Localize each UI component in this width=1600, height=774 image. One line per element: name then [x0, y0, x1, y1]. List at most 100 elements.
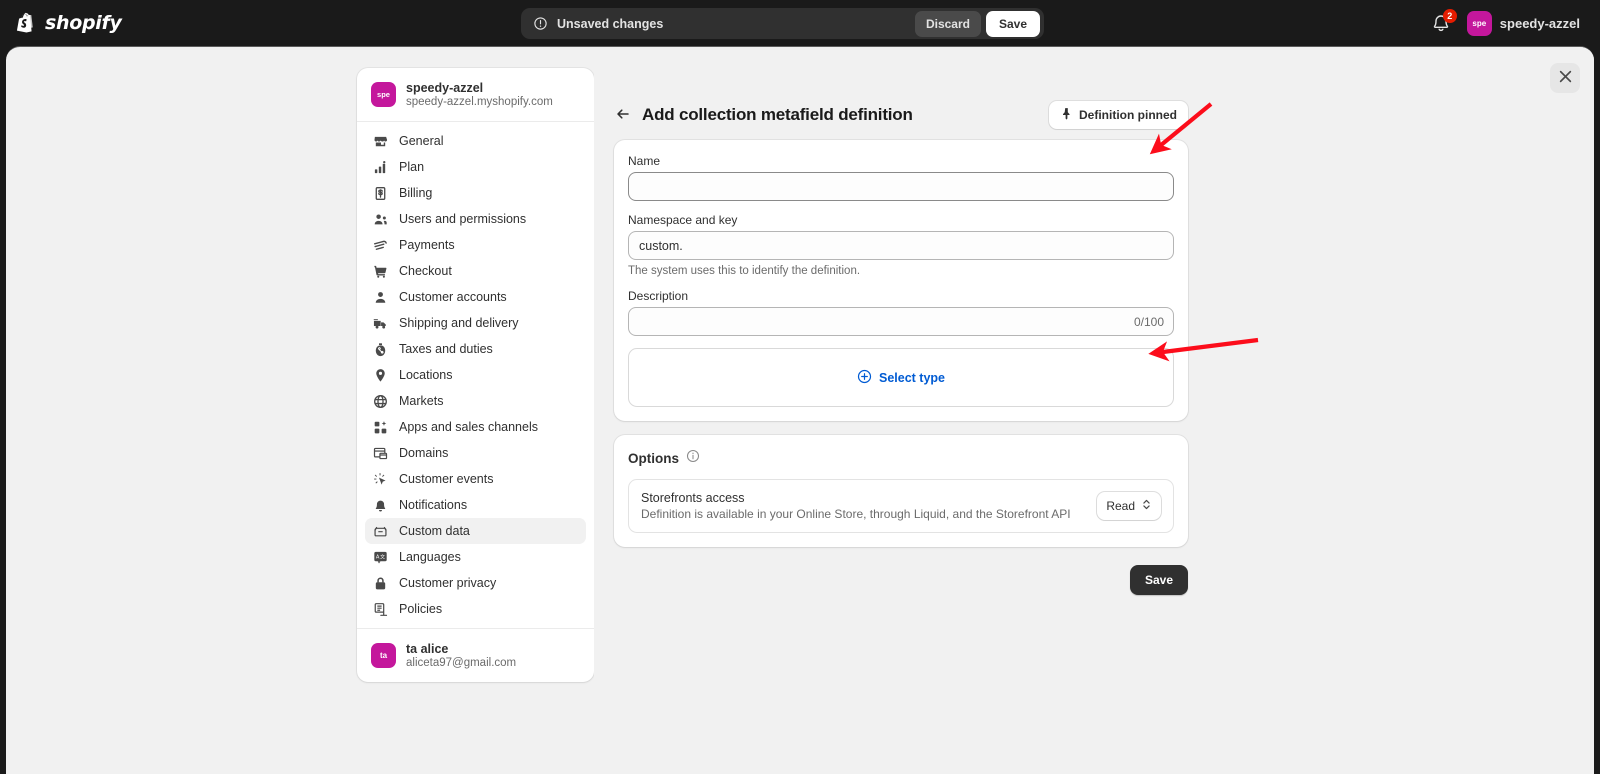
definition-card: Name Namespace and key The system uses t… — [614, 140, 1188, 421]
truck-icon — [373, 316, 388, 331]
sidebar-item-label: Languages — [399, 550, 461, 564]
info-circle-icon[interactable] — [686, 449, 700, 468]
sidebar-item-taxes-and-duties[interactable]: Taxes and duties — [365, 336, 586, 362]
sidebar-item-customer-events[interactable]: Customer events — [365, 466, 586, 492]
sidebar-item-label: Notifications — [399, 498, 468, 512]
save-button-topbar[interactable]: Save — [985, 10, 1040, 37]
person-icon — [373, 290, 388, 305]
pin-icon — [1060, 107, 1073, 123]
name-input[interactable] — [628, 172, 1174, 201]
click-events-icon — [373, 472, 388, 487]
page-header: Add collection metafield definition Defi… — [614, 101, 1188, 129]
domain-icon — [373, 446, 388, 461]
sidebar-item-general[interactable]: General — [365, 128, 586, 154]
store-name: speedy-azzel — [406, 81, 484, 95]
settings-content-pane: Add collection metafield definition Defi… — [594, 47, 1594, 774]
sidebar-item-notifications[interactable]: Notifications — [365, 492, 586, 518]
close-settings-button[interactable] — [1550, 63, 1580, 93]
sidebar-item-label: Policies — [399, 602, 443, 616]
notifications-button[interactable]: 2 — [1430, 9, 1457, 34]
sidebar-item-plan[interactable]: Plan — [365, 154, 586, 180]
sidebar-item-payments[interactable]: Payments — [365, 232, 586, 258]
user-menu-button[interactable]: spe speedy-azzel — [1464, 8, 1588, 39]
description-field-block: Description 0/100 — [628, 289, 1174, 336]
sidebar-item-users-and-permissions[interactable]: Users and permissions — [365, 206, 586, 232]
sidebar-item-label: Checkout — [399, 264, 452, 278]
select-type-label: Select type — [878, 370, 945, 385]
bill-icon — [373, 186, 388, 201]
option-subtitle: Definition is available in your Online S… — [641, 507, 1071, 521]
back-button[interactable] — [611, 103, 635, 127]
sidebar-user-name: ta alice — [406, 642, 449, 656]
user-name-label: speedy-azzel — [1499, 15, 1580, 31]
sidebar-item-checkout[interactable]: Checkout — [365, 258, 586, 284]
sidebar-item-label: Domains — [399, 446, 449, 460]
pin-button-label: Definition pinned — [1079, 108, 1177, 122]
shopify-brand[interactable]: shopify — [16, 12, 122, 34]
unsaved-changes-text: Unsaved changes — [557, 16, 664, 31]
top-bar-right-actions: 2 spe speedy-azzel — [1430, 0, 1588, 46]
sidebar-item-custom-data[interactable]: Custom data — [365, 518, 586, 544]
policies-icon — [373, 602, 388, 617]
sidebar-item-policies[interactable]: Policies — [365, 596, 586, 622]
sidebar-item-label: Markets — [399, 394, 444, 408]
sidebar-item-customer-privacy[interactable]: Customer privacy — [365, 570, 586, 596]
custom-data-icon — [373, 524, 388, 539]
sidebar-item-billing[interactable]: Billing — [365, 180, 586, 206]
storefronts-access-value: Read — [1106, 499, 1135, 513]
sidebar-item-label: Billing — [399, 186, 433, 200]
avatar: spe — [1466, 10, 1492, 36]
sidebar-item-domains[interactable]: Domains — [365, 440, 586, 466]
options-card: Options Storefronts access Definition is… — [614, 435, 1188, 547]
chevron-updown-icon — [1141, 498, 1152, 514]
bell-icon — [373, 498, 388, 513]
top-bar: shopify Unsaved changes Discard Save 2 s… — [0, 0, 1600, 46]
sidebar-item-label: Shipping and delivery — [399, 316, 519, 330]
sidebar-store-header[interactable]: spe speedy-azzel speedy-azzel.myshopify.… — [357, 68, 594, 122]
shopify-bag-icon — [16, 12, 38, 34]
name-label: Name — [628, 154, 661, 168]
storefronts-access-select[interactable]: Read — [1097, 492, 1161, 520]
sidebar-item-label: Custom data — [399, 524, 470, 538]
page-title: Add collection metafield definition — [642, 105, 913, 124]
bell-icon — [1430, 15, 1452, 38]
save-button-primary[interactable]: Save — [1129, 565, 1188, 595]
sidebar-item-label: Customer events — [399, 472, 494, 486]
payments-icon — [373, 238, 388, 253]
notification-badge: 2 — [1442, 9, 1457, 23]
sidebar-item-locations[interactable]: Locations — [365, 362, 586, 388]
namespace-and-key-input[interactable] — [628, 231, 1174, 260]
sidebar-item-customer-accounts[interactable]: Customer accounts — [365, 284, 586, 310]
plus-circle-icon — [857, 369, 872, 387]
option-title: Storefronts access — [641, 491, 745, 505]
select-type-button[interactable]: Select type — [628, 348, 1174, 407]
cart-icon — [373, 264, 388, 279]
sidebar-item-label: Plan — [399, 160, 425, 174]
users-icon — [373, 212, 388, 227]
settings-sidebar: spe speedy-azzel speedy-azzel.myshopify.… — [357, 68, 594, 682]
sidebar-item-label: Locations — [399, 368, 453, 382]
sidebar-item-markets[interactable]: Markets — [365, 388, 586, 414]
namespace-label: Namespace and key — [628, 213, 738, 227]
namespace-helper-text: The system uses this to identify the def… — [628, 265, 861, 277]
namespace-field-block: Namespace and key The system uses this t… — [628, 213, 1174, 277]
sidebar-item-label: General — [399, 134, 444, 148]
sidebar-item-languages[interactable]: A文 Languages — [365, 544, 586, 570]
description-input[interactable] — [628, 307, 1174, 336]
sidebar-user-email: aliceta97@gmail.com — [406, 657, 517, 669]
definition-pinned-button[interactable]: Definition pinned — [1049, 101, 1188, 129]
sidebar-item-apps-and-sales-channels[interactable]: Apps and sales channels — [365, 414, 586, 440]
lock-icon — [373, 576, 388, 591]
tax-icon — [373, 342, 388, 357]
sidebar-item-shipping-and-delivery[interactable]: Shipping and delivery — [365, 310, 586, 336]
footer-actions: Save — [614, 565, 1188, 595]
discard-button[interactable]: Discard — [914, 10, 981, 37]
sidebar-user-footer[interactable]: ta ta alice aliceta97@gmail.com — [357, 628, 594, 682]
alert-circle-icon — [533, 16, 548, 31]
sidebar-item-label: Customer accounts — [399, 290, 507, 304]
sidebar-item-label: Taxes and duties — [399, 342, 493, 356]
brand-wordmark: shopify — [45, 12, 122, 34]
option-row-storefronts-access: Storefronts access Definition is availab… — [628, 479, 1174, 533]
sidebar-item-label: Apps and sales channels — [399, 420, 538, 434]
sidebar-nav-list: General Plan Billing Users and permissio… — [357, 122, 594, 628]
